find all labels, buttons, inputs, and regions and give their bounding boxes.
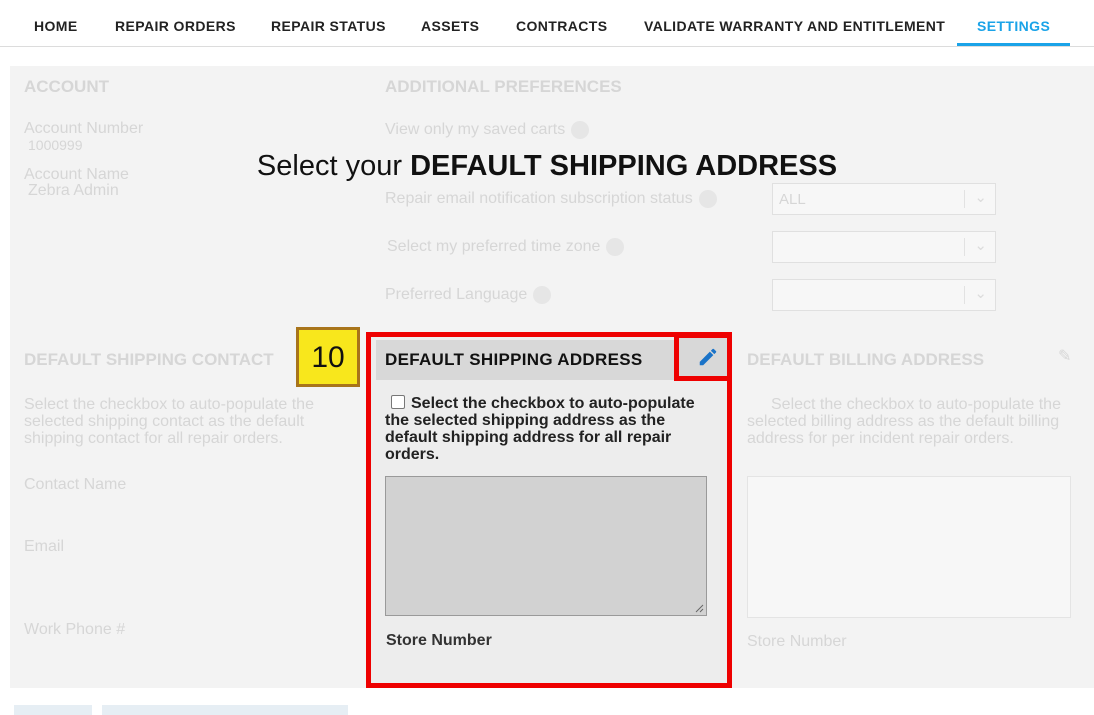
email-notification-value: ALL — [779, 191, 806, 208]
saved-carts-row: View only my saved carts — [385, 121, 590, 139]
contact-name-label: Contact Name — [24, 476, 127, 493]
step-callout-badge: 10 — [296, 327, 360, 387]
heading-emphasis: DEFAULT SHIPPING ADDRESS — [410, 150, 838, 182]
shipping-address-note: Select the checkbox to auto-populate the… — [385, 395, 695, 463]
nav-assets[interactable]: ASSETS — [421, 0, 479, 46]
billing-address-note: Select the checkbox to auto-populate the… — [747, 396, 1061, 447]
reset-button[interactable] — [102, 705, 348, 715]
language-label: Preferred Language — [385, 286, 528, 304]
chevron-down-icon: ⌄ — [974, 285, 987, 302]
nav-repair-orders[interactable]: REPAIR ORDERS — [115, 0, 236, 46]
nav-contracts[interactable]: CONTRACTS — [516, 0, 607, 46]
select-divider — [964, 286, 965, 304]
shipping-address-textarea[interactable] — [385, 476, 707, 616]
info-icon — [571, 121, 590, 139]
shipping-contact-title: DEFAULT SHIPPING CONTACT — [24, 350, 274, 369]
billing-store-label: Store Number — [747, 633, 847, 650]
nav-home[interactable]: HOME — [34, 0, 78, 46]
chevron-down-icon: ⌄ — [974, 237, 987, 254]
info-icon — [606, 238, 625, 256]
shipping-address-edit-button[interactable] — [674, 333, 732, 381]
nav-validate-warranty[interactable]: VALIDATE WARRANTY AND ENTITLEMENT — [644, 0, 945, 46]
select-divider — [964, 238, 965, 256]
top-nav: HOME REPAIR ORDERS REPAIR STATUS ASSETS … — [0, 0, 1094, 47]
select-divider — [964, 190, 965, 208]
account-title: ACCOUNT — [24, 77, 109, 96]
email-notification-label: Repair email notification subscription s… — [385, 190, 693, 208]
language-row: Preferred Language — [385, 286, 552, 304]
timezone-select[interactable]: ⌄ — [772, 231, 996, 263]
resize-handle-icon[interactable] — [695, 604, 704, 613]
tutorial-heading: Select your DEFAULT SHIPPING ADDRESS — [0, 150, 1094, 183]
nav-repair-status[interactable]: REPAIR STATUS — [271, 0, 386, 46]
preferences-title: ADDITIONAL PREFERENCES — [385, 77, 622, 96]
account-number-label: Account Number — [24, 120, 144, 137]
chevron-down-icon: ⌄ — [974, 189, 987, 206]
language-select[interactable]: ⌄ — [772, 279, 996, 311]
store-number-label: Store Number — [386, 632, 492, 649]
work-phone-label: Work Phone # — [24, 621, 126, 638]
heading-prefix: Select your — [256, 150, 411, 182]
default-shipping-checkbox[interactable] — [391, 395, 405, 409]
pencil-icon — [699, 348, 717, 366]
info-icon — [698, 190, 717, 208]
info-icon — [533, 286, 552, 304]
nav-settings[interactable]: SETTINGS — [957, 0, 1071, 46]
save-button[interactable] — [14, 705, 92, 715]
shipping-address-checkbox-row: Select the checkbox to auto-populate the… — [385, 395, 715, 463]
billing-address-textarea[interactable] — [747, 476, 1071, 618]
email-notification-select[interactable]: ALL ⌄ — [772, 183, 996, 215]
email-notification-row: Repair email notification subscription s… — [385, 190, 717, 208]
saved-carts-label: View only my saved carts — [385, 121, 566, 139]
billing-address-title: DEFAULT BILLING ADDRESS — [747, 350, 985, 369]
contact-email-label: Email — [24, 538, 65, 555]
timezone-label: Select my preferred time zone — [387, 238, 601, 256]
account-name-value: Zebra Admin — [28, 182, 119, 199]
pencil-icon[interactable]: ✎ — [1058, 346, 1071, 366]
timezone-row: Select my preferred time zone — [387, 238, 625, 256]
shipping-contact-note: Select the checkbox to auto-populate the… — [24, 396, 314, 447]
shipping-address-title: DEFAULT SHIPPING ADDRESS — [385, 350, 643, 369]
